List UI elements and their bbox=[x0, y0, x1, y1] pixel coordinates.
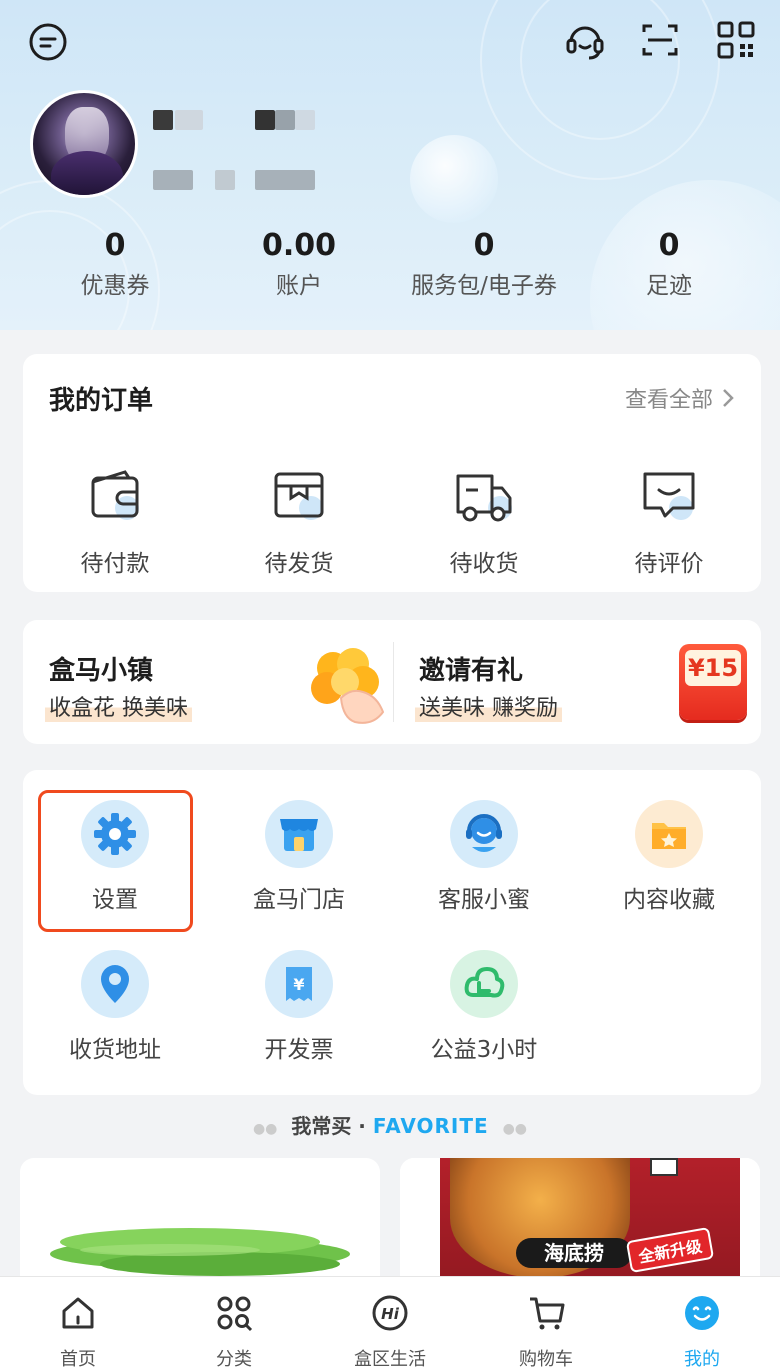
user-info-blurred bbox=[215, 170, 235, 190]
tab-label: 分类 bbox=[216, 1349, 252, 1370]
stat-coupons[interactable]: 0 优惠券 bbox=[20, 226, 210, 306]
user-info-blurred bbox=[255, 170, 315, 190]
service-label: 开发票 bbox=[264, 1037, 334, 1063]
favorite-section-title: ●● 我常买 · FAVORITE ●● bbox=[0, 1110, 780, 1139]
cart-icon bbox=[524, 1291, 568, 1335]
tab-label: 首页 bbox=[60, 1349, 96, 1370]
stat-label: 足迹 bbox=[646, 273, 692, 299]
order-label: 待评价 bbox=[634, 551, 704, 577]
view-all-orders-link[interactable]: 查看全部 bbox=[625, 382, 735, 414]
svg-text:Hi: Hi bbox=[381, 1305, 400, 1323]
highlight-box bbox=[38, 790, 193, 932]
flower-hand-icon bbox=[303, 642, 389, 728]
truck-icon bbox=[448, 462, 520, 534]
decor-bubble bbox=[410, 135, 498, 223]
category-icon bbox=[212, 1291, 256, 1335]
profile-header: 0 优惠券 0.00 账户 0 服务包/电子券 0 足迹 bbox=[0, 0, 780, 330]
headset-icon[interactable] bbox=[563, 18, 607, 62]
folder-star-icon bbox=[635, 800, 703, 868]
stat-label: 服务包/电子券 bbox=[411, 273, 557, 299]
hi-icon: Hi bbox=[368, 1291, 412, 1335]
bottom-tab-bar: 首页 分类 Hi 盒区生活 购物车 我的 bbox=[0, 1276, 780, 1372]
customer-service-icon bbox=[450, 800, 518, 868]
tab-label: 购物车 bbox=[519, 1349, 573, 1370]
orders-title: 我的订单 bbox=[49, 386, 154, 416]
svg-text:¥: ¥ bbox=[293, 975, 304, 994]
orders-card: 我的订单 查看全部 待付款 待发货 待收货 待评价 bbox=[23, 354, 761, 592]
stat-value: 0 bbox=[473, 228, 495, 263]
red-envelope-amount: ¥15 bbox=[687, 654, 739, 682]
package-icon bbox=[263, 462, 335, 534]
service-label: 收货地址 bbox=[69, 1037, 161, 1063]
stat-value: 0.00 bbox=[261, 228, 337, 263]
user-info-blurred bbox=[153, 170, 193, 190]
promo-hema-town[interactable]: 盒马小镇 收盒花 换美味 bbox=[23, 620, 392, 744]
red-envelope-icon: ¥15 bbox=[679, 644, 747, 720]
favorite-title-zh: 我常买 · bbox=[291, 1114, 373, 1138]
username-blurred bbox=[295, 110, 315, 130]
service-label: 内容收藏 bbox=[623, 887, 715, 913]
dots-left-icon: ●● bbox=[252, 1121, 278, 1137]
chevron-right-icon bbox=[723, 389, 734, 407]
service-charity[interactable]: 公益3小时 bbox=[392, 950, 576, 1064]
stat-footprint[interactable]: 0 足迹 bbox=[574, 226, 764, 306]
brand-badge: 海底捞 bbox=[516, 1238, 632, 1268]
service-label: 盒马门店 bbox=[253, 887, 345, 913]
message-icon[interactable] bbox=[26, 20, 70, 64]
tab-label: 我的 bbox=[684, 1349, 720, 1370]
order-label: 待发货 bbox=[264, 551, 334, 577]
order-pending-payment[interactable]: 待付款 bbox=[23, 462, 207, 578]
scan-icon[interactable] bbox=[638, 18, 682, 62]
charity-icon bbox=[450, 950, 518, 1018]
profile-icon bbox=[680, 1291, 724, 1335]
service-invoice[interactable]: ¥ 开发票 bbox=[207, 950, 391, 1064]
tab-category[interactable]: 分类 bbox=[156, 1277, 312, 1372]
promo-subtitle: 收盒花 换美味 bbox=[45, 690, 192, 722]
dots-right-icon: ●● bbox=[502, 1121, 528, 1137]
username-blurred bbox=[153, 110, 173, 130]
location-pin-icon bbox=[81, 950, 149, 1018]
tab-community[interactable]: Hi 盒区生活 bbox=[312, 1277, 468, 1372]
service-address[interactable]: 收货地址 bbox=[23, 950, 207, 1064]
order-label: 待付款 bbox=[80, 551, 150, 577]
promo-card: 盒马小镇 收盒花 换美味 邀请有礼 送美味 赚奖励 ¥15 bbox=[23, 620, 761, 744]
promo-title: 邀请有礼 bbox=[419, 656, 524, 686]
tab-profile[interactable]: 我的 bbox=[624, 1277, 780, 1372]
store-icon bbox=[265, 800, 333, 868]
order-label: 待收货 bbox=[449, 551, 519, 577]
wallet-icon bbox=[79, 462, 151, 534]
username-blurred bbox=[255, 110, 275, 130]
home-icon bbox=[56, 1291, 100, 1335]
username-blurred bbox=[175, 110, 203, 130]
stat-label: 账户 bbox=[276, 273, 322, 299]
username-blurred bbox=[275, 110, 295, 130]
stat-label: 优惠券 bbox=[80, 273, 150, 299]
tab-home[interactable]: 首页 bbox=[0, 1277, 156, 1372]
service-label: 公益3小时 bbox=[430, 1037, 538, 1063]
service-stores[interactable]: 盒马门店 bbox=[207, 800, 391, 914]
order-pending-shipment[interactable]: 待发货 bbox=[207, 462, 391, 578]
stat-value: 0 bbox=[658, 228, 680, 263]
promo-invite[interactable]: 邀请有礼 送美味 赚奖励 ¥15 bbox=[393, 620, 761, 744]
order-pending-review[interactable]: 待评价 bbox=[577, 462, 761, 578]
tab-label: 盒区生活 bbox=[354, 1349, 426, 1370]
order-pending-receipt[interactable]: 待收货 bbox=[392, 462, 576, 578]
favorite-title-en: FAVORITE bbox=[372, 1114, 489, 1138]
stat-value: 0 bbox=[104, 228, 126, 263]
service-favorites[interactable]: 内容收藏 bbox=[577, 800, 761, 914]
qrcode-icon[interactable] bbox=[714, 18, 758, 62]
promo-subtitle: 送美味 赚奖励 bbox=[415, 690, 562, 722]
service-label: 客服小蜜 bbox=[438, 887, 530, 913]
service-customer-care[interactable]: 客服小蜜 bbox=[392, 800, 576, 914]
invoice-icon: ¥ bbox=[265, 950, 333, 1018]
promo-title: 盒马小镇 bbox=[49, 656, 154, 686]
view-all-label: 查看全部 bbox=[624, 388, 713, 413]
avatar[interactable] bbox=[30, 90, 138, 198]
tab-cart[interactable]: 购物车 bbox=[468, 1277, 624, 1372]
stat-account[interactable]: 0.00 账户 bbox=[204, 226, 394, 306]
review-icon bbox=[633, 462, 705, 534]
stat-service-packs[interactable]: 0 服务包/电子券 bbox=[389, 226, 579, 306]
